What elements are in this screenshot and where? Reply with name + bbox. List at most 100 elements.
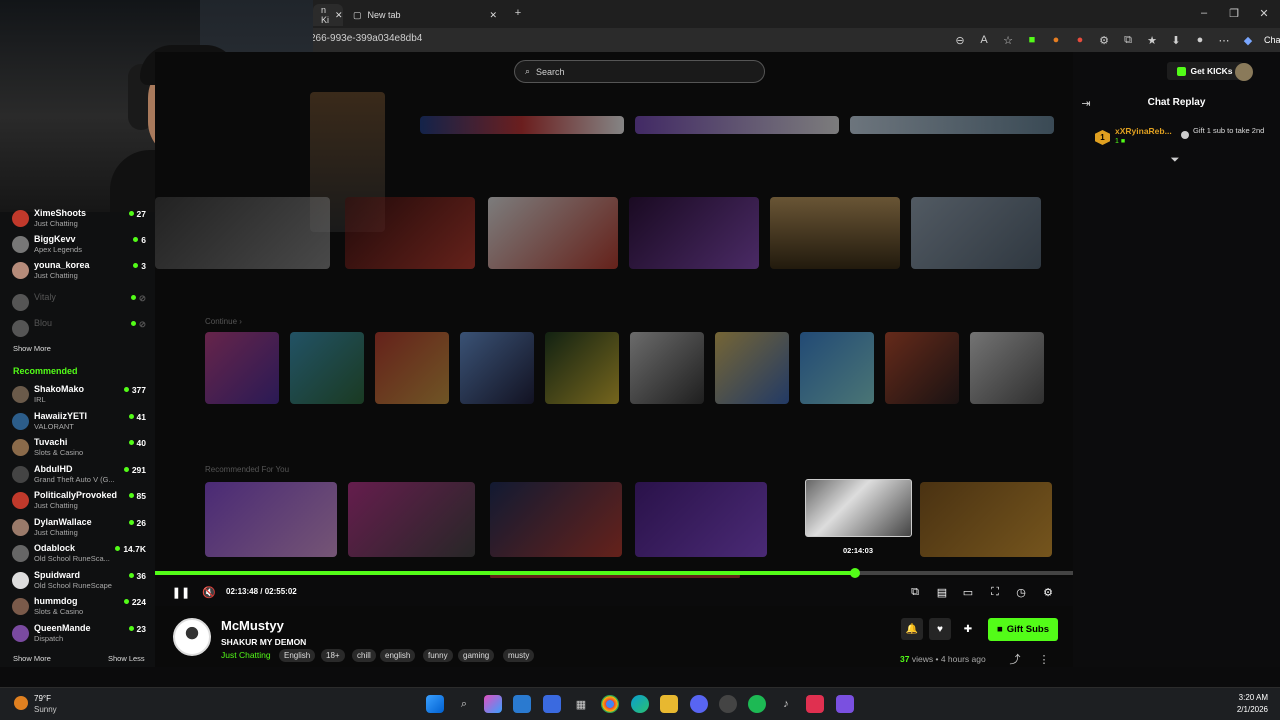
sidebar-channel[interactable]: QueenMande Dispatch 23	[12, 623, 148, 649]
sidebar-channel[interactable]: PoliticallyProvoked Just Chatting 85	[12, 490, 148, 516]
favorite-icon[interactable]: ☆	[1000, 32, 1016, 48]
sidebar-channel[interactable]: hummdog Slots & Casino 224	[12, 596, 148, 622]
progress-bar[interactable]	[155, 568, 1073, 578]
sidebar-channel[interactable]: Odablock Old School RuneSca... 14.7K	[12, 543, 148, 569]
chat-message: Gift 1 sub to take 2nd	[1193, 126, 1265, 135]
sidebar-channel[interactable]: Tuvachi Slots & Casino 40	[12, 437, 148, 463]
settings-icon[interactable]: ⚙	[1040, 584, 1056, 600]
discord-icon[interactable]	[690, 695, 708, 713]
extension-icon[interactable]: ●	[1072, 32, 1088, 48]
tiktok-icon[interactable]: ♪	[777, 695, 795, 713]
chrome-icon[interactable]	[601, 695, 619, 713]
offline-icon: ⊘	[131, 293, 146, 304]
fullscreen-icon[interactable]: ⛶	[987, 584, 1003, 600]
sidebar-channel[interactable]: Blou ⊘	[12, 318, 148, 344]
tag[interactable]: English	[279, 649, 316, 662]
extension-icon[interactable]: ■	[1024, 32, 1040, 48]
sidebar-channel[interactable]: AbdulHD Grand Theft Auto V (G... 291	[12, 464, 148, 490]
temperature[interactable]: 79°F	[34, 694, 51, 703]
show-more-link[interactable]: Show More	[13, 344, 51, 353]
channel-category: Slots & Casino	[34, 448, 84, 457]
tag[interactable]: gaming	[458, 649, 495, 662]
chat-label[interactable]: Chat	[1264, 32, 1280, 48]
start-icon[interactable]	[426, 695, 444, 713]
close-icon[interactable]: ✕	[335, 10, 343, 21]
tag[interactable]: 18+	[321, 649, 345, 662]
app-icon[interactable]	[543, 695, 561, 713]
pip-icon[interactable]: ⧉	[907, 584, 923, 600]
sidebar-channel[interactable]: BiggKevv Apex Legends 6	[12, 234, 148, 260]
streamer-name[interactable]: McMustyy	[221, 618, 284, 633]
boost-icon[interactable]: ✚	[957, 618, 979, 640]
user-avatar[interactable]	[1235, 63, 1253, 81]
speed-icon[interactable]: ◷	[1013, 584, 1029, 600]
sidebar-channel[interactable]: youna_korea Just Chatting 3	[12, 260, 148, 286]
weather-icon[interactable]	[14, 696, 28, 710]
sidebar-channel[interactable]: XimeShoots Just Chatting 27	[12, 208, 148, 234]
download-icon[interactable]: ⬇	[1168, 32, 1184, 48]
tab-new-tab[interactable]: ▢ New tab ✕	[345, 4, 505, 26]
app-icon[interactable]	[719, 695, 737, 713]
tag[interactable]: musty	[503, 649, 535, 662]
channel-name: youna_korea	[34, 260, 90, 270]
share-icon[interactable]: ⤴	[1007, 651, 1023, 667]
new-tab-icon[interactable]: +	[510, 5, 526, 21]
spotify-icon[interactable]	[748, 695, 766, 713]
pause-icon[interactable]: ❚❚	[172, 584, 190, 600]
extensions-icon[interactable]: ⚙	[1096, 32, 1112, 48]
profile-avatar[interactable]: ●	[1192, 32, 1208, 48]
get-kicks-button[interactable]: Get KICKs	[1167, 62, 1243, 80]
app-icon[interactable]: ▦	[572, 695, 590, 713]
minimize-icon[interactable]: –	[1196, 5, 1212, 21]
filter-icon[interactable]: ⏷	[1167, 152, 1183, 168]
file-explorer-icon[interactable]	[660, 695, 678, 713]
sidebar-channel[interactable]: ShakoMako IRL 377	[12, 384, 148, 410]
channel-category: Old School RuneScape	[34, 580, 112, 590]
tab-kick[interactable]: n Ki ✕	[313, 4, 343, 26]
more-icon[interactable]: ⋯	[1216, 32, 1232, 48]
close-icon[interactable]: ✕	[489, 10, 497, 21]
search-input[interactable]: ⌕ Search	[514, 60, 765, 83]
tag[interactable]: funny	[423, 649, 453, 662]
copilot-icon[interactable]: ◆	[1240, 32, 1256, 48]
notification-bell-icon[interactable]: 🔔	[901, 618, 923, 640]
clock-time[interactable]: 3:20 AM	[1230, 693, 1268, 702]
video-player[interactable]: ⌕ Search Continue › Recommended For You 0…	[155, 52, 1073, 578]
sidebar-channel[interactable]: DylanWallace Just Chatting 26	[12, 517, 148, 543]
search-icon[interactable]: ⌕	[455, 695, 473, 713]
theater-icon[interactable]: ▭	[960, 584, 976, 600]
split-icon[interactable]: ⧉	[1120, 32, 1136, 48]
sidebar-channel[interactable]: Spuidward Old School RuneScape 36	[12, 570, 148, 596]
close-window-icon[interactable]: ✕	[1256, 5, 1272, 21]
extension-icon[interactable]: ●	[1048, 32, 1064, 48]
show-more-link[interactable]: Show More	[13, 654, 51, 663]
app-icon[interactable]	[836, 695, 854, 713]
tag[interactable]: chill	[352, 649, 376, 662]
copilot-icon[interactable]	[484, 695, 502, 713]
url-field[interactable]: 266-993e-399a034e8db4	[310, 33, 422, 44]
favorites-icon[interactable]: ★	[1144, 32, 1160, 48]
follow-heart-icon[interactable]: ♥	[929, 618, 951, 640]
app-icon[interactable]	[806, 695, 824, 713]
read-aloud-icon[interactable]: A	[976, 32, 992, 48]
sidebar-channel[interactable]: Vitaly ⊘	[12, 292, 148, 318]
rank-badge: 1	[1095, 130, 1110, 145]
restore-icon[interactable]: ❐	[1226, 5, 1242, 21]
channel-name: PoliticallyProvoked	[34, 490, 118, 500]
channel-avatar	[12, 320, 29, 337]
chat-username[interactable]: xXRyinaReb...	[1115, 126, 1172, 136]
clock-date[interactable]: 2/1/2026	[1220, 705, 1268, 714]
sidebar-channel[interactable]: HawaiizYETI VALORANT 41	[12, 411, 148, 437]
channel-name: BiggKevv	[34, 234, 76, 244]
mute-icon[interactable]: 🔇	[201, 584, 217, 600]
clip-icon[interactable]: ▤	[934, 584, 950, 600]
gift-subs-button[interactable]: ■ Gift Subs	[988, 618, 1058, 641]
tag[interactable]: english	[380, 649, 416, 662]
app-icon[interactable]	[513, 695, 531, 713]
category-link[interactable]: Just Chatting	[221, 650, 271, 660]
show-less-link[interactable]: Show Less	[108, 654, 145, 663]
zoom-icon[interactable]: ⊖	[952, 32, 968, 48]
viewer-count: 85	[129, 491, 146, 501]
edge-icon[interactable]	[631, 695, 649, 713]
more-options-icon[interactable]: ⋮	[1036, 651, 1052, 667]
